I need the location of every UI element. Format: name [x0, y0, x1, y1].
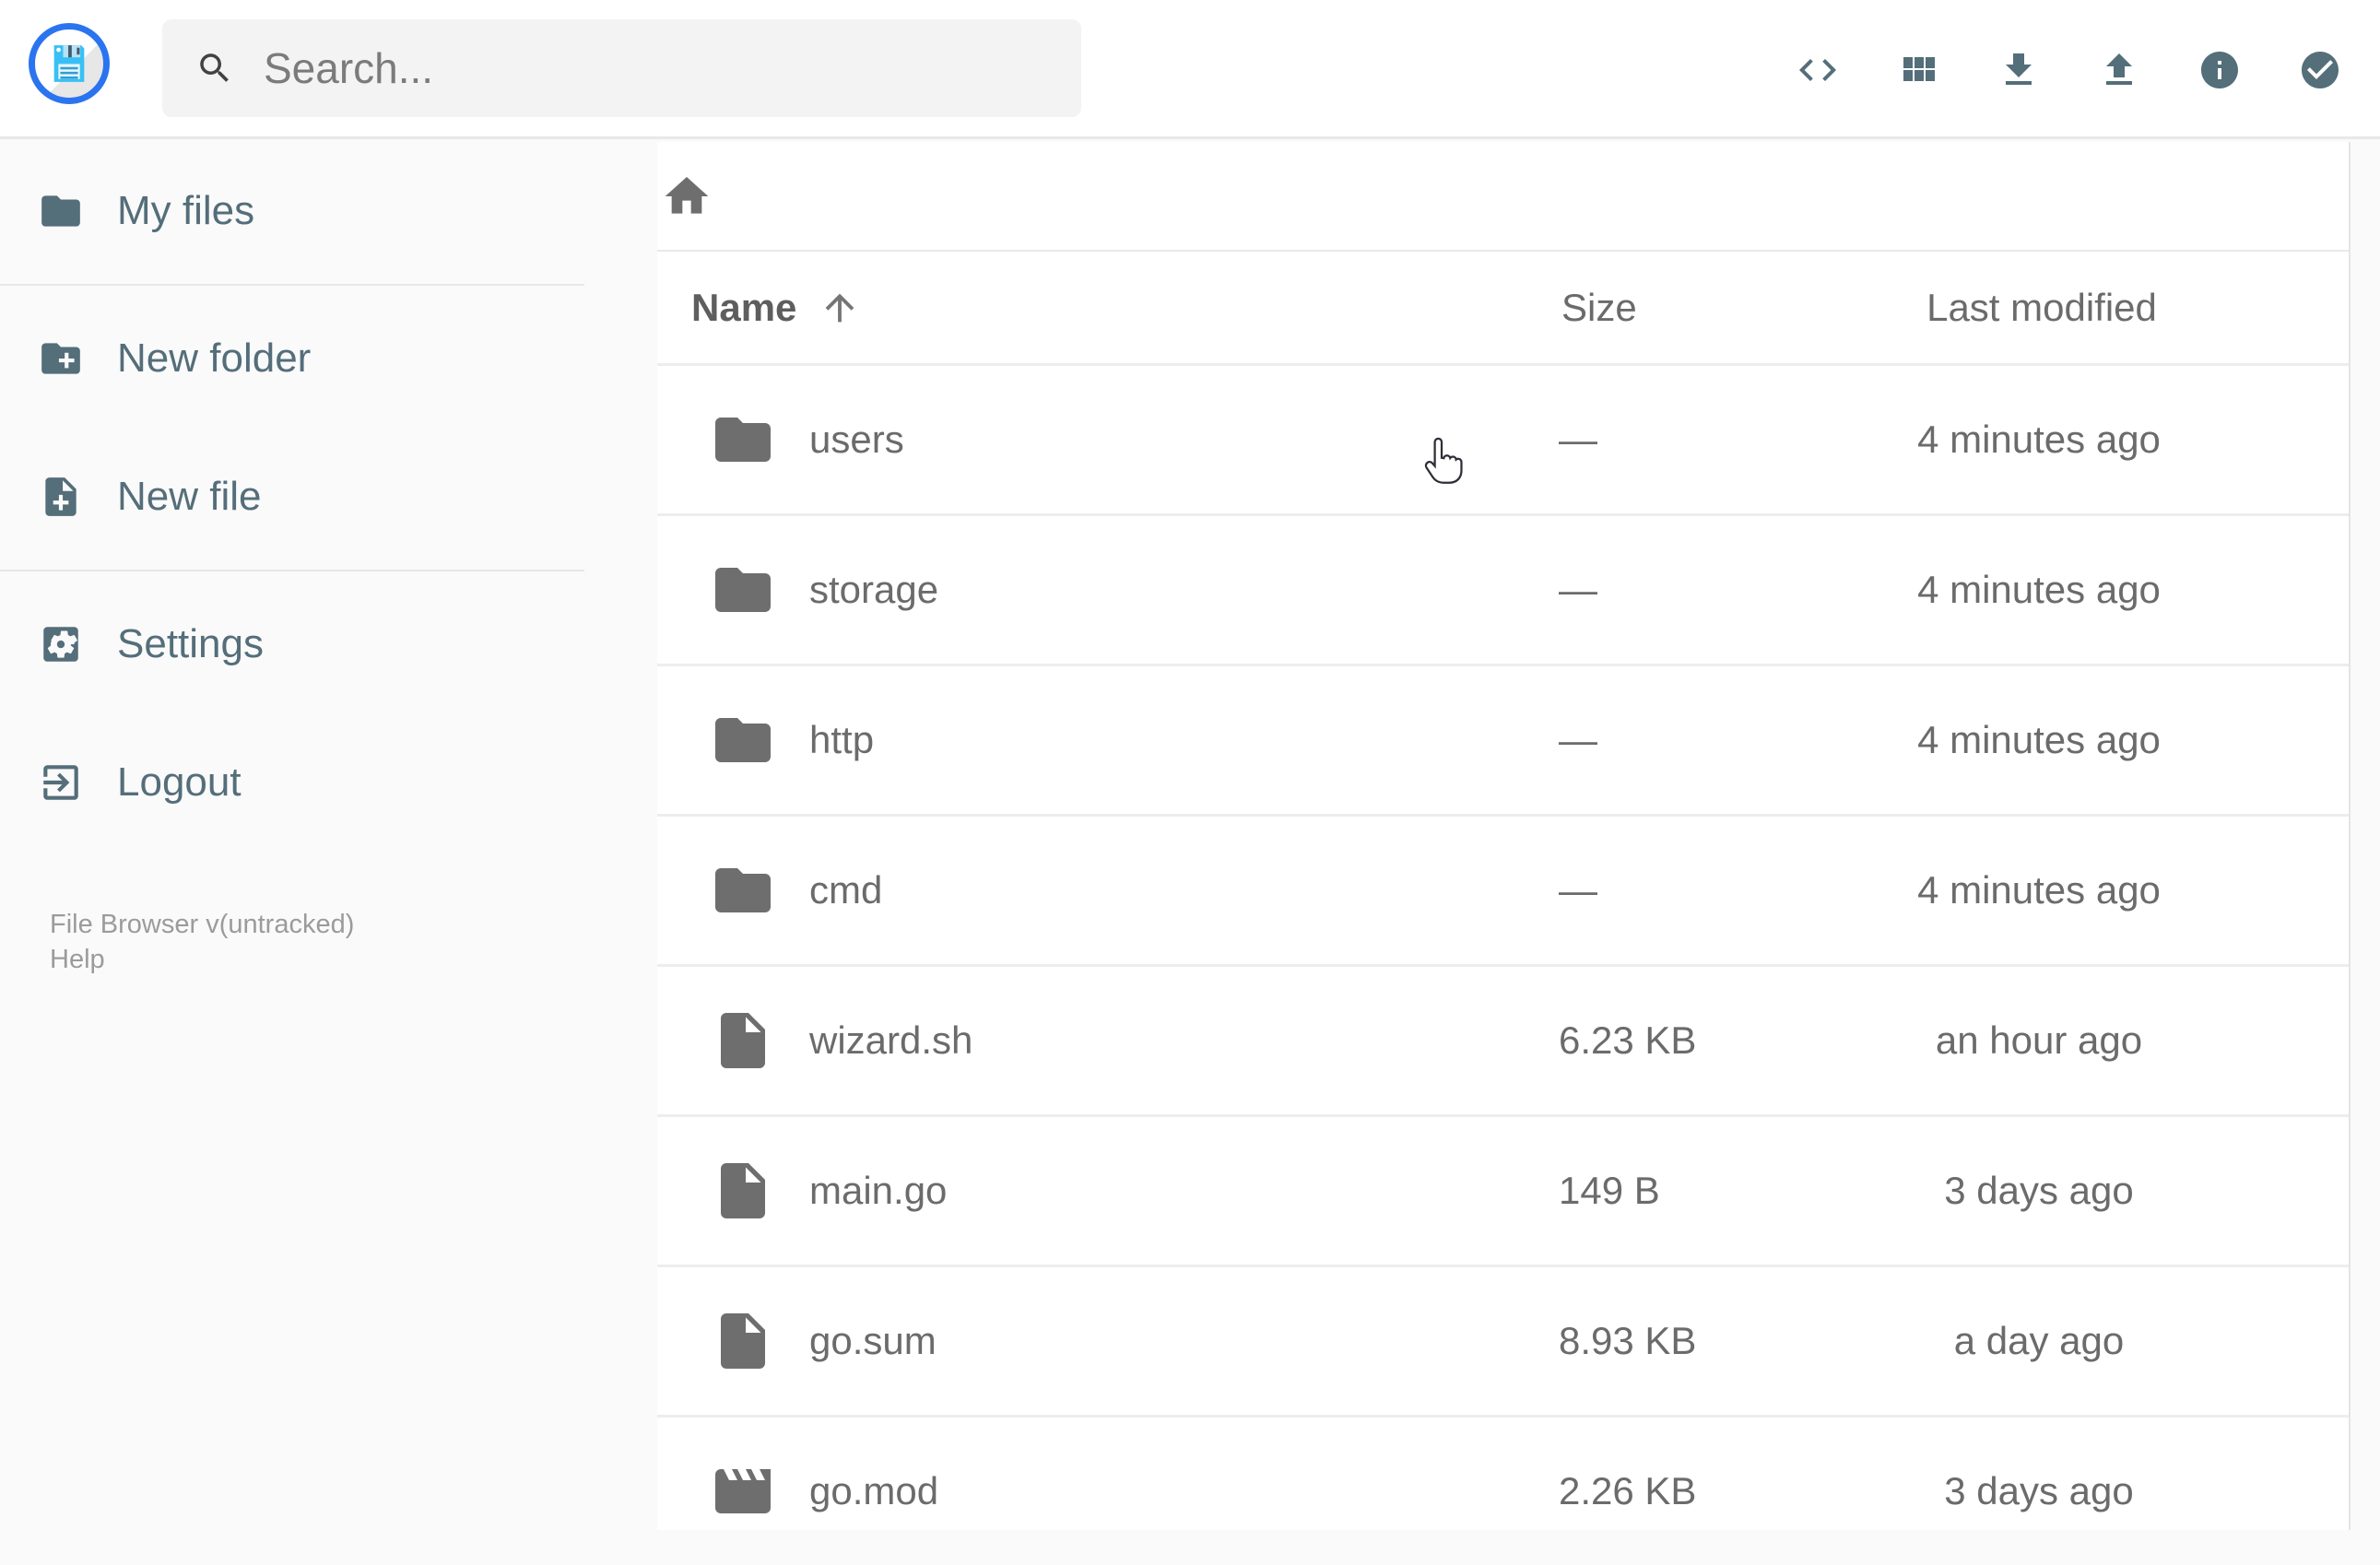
sidebar-item-label: My files [117, 188, 255, 233]
table-header: Name Size Last modified [657, 252, 2349, 363]
file-modified: 3 days ago [1944, 1469, 2134, 1512]
file-listing: Name Size Last modified users — 4 minutes … [657, 142, 2351, 1530]
app-logo[interactable] [29, 23, 110, 104]
file-plus-icon [45, 477, 77, 516]
table-row-go-mod[interactable]: go.mod 2.26 KB 3 days ago [657, 1415, 2349, 1565]
file-modified: 4 minutes ago [1917, 418, 2161, 461]
movie-icon [657, 1458, 776, 1524]
home-icon [665, 176, 709, 214]
raw-view-button[interactable] [1796, 48, 1840, 92]
header [0, 0, 2380, 139]
switch-view-button[interactable] [1896, 48, 1940, 92]
file-icon [721, 1163, 765, 1218]
home-button[interactable] [661, 171, 713, 222]
sidebar-divider [0, 284, 584, 286]
table-row-cmd[interactable]: cmd — 4 minutes ago [657, 814, 2349, 964]
file-modified: 4 minutes ago [1917, 568, 2161, 611]
folder-icon [715, 868, 771, 912]
breadcrumb [657, 142, 2349, 252]
info-button[interactable] [2197, 48, 2242, 92]
file-size: 149 B [1559, 1169, 1660, 1212]
movie-icon [715, 1469, 771, 1513]
sidebar-item-label: Settings [117, 621, 264, 666]
file-size: 8.93 KB [1559, 1319, 1697, 1362]
settings-icon [43, 627, 78, 662]
app-version: File Browser v(untracked) [50, 910, 355, 939]
info-icon [2201, 51, 2238, 88]
help-link[interactable]: Help [50, 942, 354, 977]
file-size: 2.26 KB [1559, 1469, 1697, 1512]
table-row-go-sum[interactable]: go.sum 8.93 KB a day ago [657, 1265, 2349, 1415]
file-icon [657, 1007, 776, 1074]
file-name: storage [809, 568, 939, 611]
sidebar-item-label: New file [117, 474, 262, 519]
file-modified: an hour ago [1935, 1018, 2143, 1062]
file-modified: 4 minutes ago [1917, 718, 2161, 761]
file-modified: a day ago [1953, 1319, 2125, 1362]
table-row-users[interactable]: users — 4 minutes ago [657, 363, 2349, 513]
folder-icon [715, 568, 771, 612]
sidebar: My files New folder New file Settings Logout… [0, 142, 657, 1530]
upload-icon [2106, 53, 2132, 85]
header-actions [1796, 0, 2342, 139]
file-size: — [1559, 418, 1597, 461]
file-modified: 4 minutes ago [1917, 868, 2161, 912]
file-size: — [1559, 718, 1597, 761]
check-circle-icon [2302, 51, 2339, 88]
sort-ascending-icon [826, 293, 854, 322]
sidebar-item-label: Logout [117, 759, 242, 805]
table-row-main-go[interactable]: main.go 149 B 3 days ago [657, 1114, 2349, 1265]
search-bar[interactable] [162, 19, 1081, 117]
file-size: — [1559, 568, 1597, 611]
sidebar-item-settings[interactable]: Settings [0, 575, 657, 713]
folder-icon [715, 418, 771, 462]
sidebar-item-new-folder[interactable]: New folder [0, 289, 657, 428]
file-icon [657, 1308, 776, 1374]
search-icon [200, 53, 229, 82]
column-header-size[interactable]: Size [1561, 286, 1847, 330]
file-icon [721, 1313, 765, 1369]
folder-icon [657, 857, 776, 924]
logout-icon [43, 765, 78, 800]
sidebar-divider [0, 570, 584, 571]
sidebar-item-new-file[interactable]: New file [0, 428, 657, 566]
file-size: — [1559, 868, 1597, 912]
folder-icon [715, 718, 771, 762]
file-name: http [809, 718, 875, 761]
folder-plus-icon [41, 343, 80, 374]
file-name: main.go [809, 1169, 948, 1212]
folder-icon [657, 707, 776, 773]
table-row-http[interactable]: http — 4 minutes ago [657, 664, 2349, 814]
sidebar-item-label: New folder [117, 335, 312, 381]
select-multiple-button[interactable] [2298, 48, 2342, 92]
table-body: users — 4 minutes ago storage — 4 minutes ago… [657, 363, 2349, 1565]
folder-icon [657, 557, 776, 623]
sidebar-item-logout[interactable]: Logout [0, 713, 657, 852]
sidebar-footer: File Browser v(untracked) Help [50, 907, 354, 977]
floppy-disk-icon [53, 45, 85, 82]
download-icon [2006, 53, 2032, 85]
column-label-name: Name [691, 285, 797, 329]
column-header-name[interactable]: Name [657, 286, 1561, 330]
folder-icon [657, 406, 776, 473]
download-button[interactable] [1997, 48, 2041, 92]
file-icon [721, 1013, 765, 1068]
folder-icon [41, 195, 80, 227]
file-size: 6.23 KB [1559, 1018, 1697, 1062]
file-name: users [809, 418, 904, 461]
grid-view-icon [1903, 56, 1935, 81]
file-modified: 3 days ago [1944, 1169, 2134, 1212]
upload-button[interactable] [2097, 48, 2141, 92]
table-row-storage[interactable]: storage — 4 minutes ago [657, 513, 2349, 664]
file-name: go.mod [809, 1469, 939, 1512]
file-name: go.sum [809, 1319, 937, 1362]
sidebar-item-my-files[interactable]: My files [0, 142, 657, 280]
search-input[interactable] [262, 42, 1055, 94]
table-row-wizard-sh[interactable]: wizard.sh 6.23 KB an hour ago [657, 964, 2349, 1114]
file-icon [657, 1158, 776, 1224]
column-header-modified[interactable]: Last modified [1847, 286, 2236, 330]
code-icon [1799, 58, 1836, 81]
file-name: wizard.sh [809, 1018, 973, 1062]
file-name: cmd [809, 868, 883, 912]
